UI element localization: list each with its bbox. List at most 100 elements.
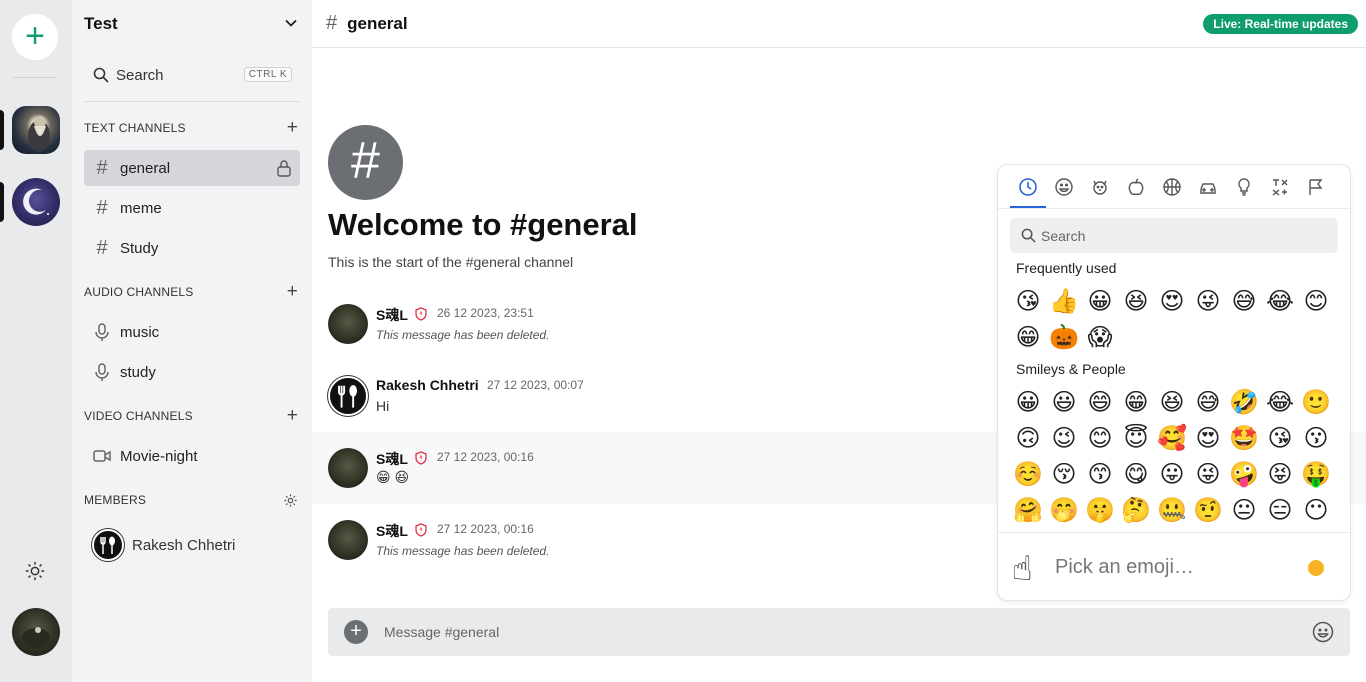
emoji-button[interactable]: 😶 (1298, 492, 1334, 528)
emoji-button[interactable]: 😜 (1190, 283, 1226, 319)
channel-label: Movie-night (120, 447, 198, 465)
emoji-button[interactable]: 🤗 (1010, 492, 1046, 528)
emoji-button[interactable]: 👍 (1046, 283, 1082, 319)
channel-study[interactable]: # Study (84, 230, 300, 266)
author-name[interactable]: S魂L (376, 521, 408, 541)
wizard-image (28, 116, 50, 152)
lock-icon (277, 160, 291, 177)
author-avatar[interactable] (328, 304, 368, 344)
emoji-button[interactable]: 🥰 (1154, 420, 1190, 456)
apple-icon[interactable] (1126, 177, 1146, 197)
emoji-button[interactable]: 😘 (1010, 283, 1046, 319)
clock-icon[interactable] (1018, 177, 1038, 197)
member-item[interactable]: Rakesh Chhetri (92, 529, 235, 561)
author-name[interactable]: Rakesh Chhetri (376, 377, 479, 393)
emoji-button[interactable]: 😄 (1082, 384, 1118, 420)
add-text-channel-button[interactable]: + (287, 118, 298, 137)
author-name[interactable]: S魂L (376, 305, 408, 325)
add-video-channel-button[interactable]: + (287, 406, 298, 425)
emoji-button[interactable]: 🤭 (1046, 492, 1082, 528)
emoji-button[interactable]: 😗 (1298, 420, 1334, 456)
skin-tone-selector[interactable] (1308, 560, 1324, 576)
emoji-button[interactable]: 😃 (1046, 384, 1082, 420)
emoji-button[interactable]: 🤫 (1082, 492, 1118, 528)
search-icon (93, 67, 109, 83)
emoji-icon[interactable] (1312, 621, 1334, 643)
emoji-button[interactable]: 😜 (1190, 456, 1226, 492)
emoji-button[interactable]: 🤔 (1118, 492, 1154, 528)
emoji-button[interactable]: 😘 (1262, 420, 1298, 456)
hash-icon: # (96, 236, 108, 259)
attach-button[interactable]: + (344, 620, 368, 644)
theme-toggle-icon[interactable] (24, 560, 46, 582)
emoji-button[interactable]: 😂 (1262, 384, 1298, 420)
dog-icon[interactable] (1090, 177, 1110, 197)
emoji-button[interactable]: 😍 (1154, 283, 1190, 319)
flag-icon[interactable] (1306, 177, 1326, 197)
channel-label: study (120, 363, 156, 381)
emoji-button[interactable]: 😊 (1298, 283, 1334, 319)
emoji-button[interactable]: 😐 (1226, 492, 1262, 528)
emoji-button[interactable]: 😚 (1046, 456, 1082, 492)
emoji-button[interactable]: 😙 (1082, 456, 1118, 492)
server-indicator (0, 110, 4, 150)
emoji-button[interactable]: 😅 (1226, 283, 1262, 319)
channel-study-audio[interactable]: study (84, 354, 300, 390)
channel-music[interactable]: music (84, 314, 300, 350)
emoji-button[interactable]: ☺️ (1010, 456, 1046, 492)
message-input[interactable]: Message #general (384, 624, 499, 640)
emoji-button[interactable]: 🤑 (1298, 456, 1334, 492)
search-shortcut-badge: CTRL K (243, 67, 292, 82)
channel-meme[interactable]: # meme (84, 190, 300, 226)
emoji-button[interactable]: 🙂 (1298, 384, 1334, 420)
author-avatar[interactable] (328, 376, 368, 416)
message-composer[interactable]: + Message #general (328, 608, 1350, 656)
emoji-button[interactable]: 🤩 (1226, 420, 1262, 456)
emoji-button[interactable]: 😆 (1154, 384, 1190, 420)
emoji-button[interactable]: 😱 (1082, 319, 1118, 355)
emoji-button[interactable]: 🤐 (1154, 492, 1190, 528)
author-avatar[interactable] (328, 520, 368, 560)
author-name[interactable]: S魂L (376, 449, 408, 469)
add-audio-channel-button[interactable]: + (287, 282, 298, 301)
emoji-button[interactable]: 🎃 (1046, 319, 1082, 355)
search-button[interactable]: Search CTRL K (84, 56, 300, 94)
author-avatar[interactable] (328, 448, 368, 488)
channel-general[interactable]: # general (84, 150, 300, 186)
emoji-button[interactable]: 😂 (1262, 283, 1298, 319)
message-timestamp: 26 12 2023, 23:51 (437, 306, 534, 320)
server-icon-wizard[interactable] (12, 106, 60, 154)
emoji-button[interactable]: 🤣 (1226, 384, 1262, 420)
lightbulb-icon[interactable] (1234, 177, 1254, 197)
channel-movie-night[interactable]: Movie-night (84, 438, 300, 474)
emoji-button[interactable]: 🤨 (1190, 492, 1226, 528)
emoji-button[interactable]: 😝 (1262, 456, 1298, 492)
emoji-button[interactable]: 😇 (1118, 420, 1154, 456)
emoji-button[interactable]: 😛 (1154, 456, 1190, 492)
emoji-button[interactable]: 😅 (1190, 384, 1226, 420)
emoji-button[interactable]: 😆 (1118, 283, 1154, 319)
emoji-button[interactable]: 😋 (1118, 456, 1154, 492)
emoji-button[interactable]: 😉 (1046, 420, 1082, 456)
team-switcher[interactable]: Test (84, 0, 312, 48)
gear-icon[interactable] (283, 493, 298, 508)
symbols-icon[interactable] (1270, 177, 1290, 197)
emoji-button[interactable]: 😊 (1082, 420, 1118, 456)
emoji-button[interactable]: 😀 (1082, 283, 1118, 319)
smiley-icon[interactable] (1054, 177, 1074, 197)
emoji-button[interactable]: 🤪 (1226, 456, 1262, 492)
server-icon-moon[interactable] (12, 178, 60, 226)
members-title: MEMBERS (84, 493, 147, 507)
user-avatar[interactable] (12, 608, 60, 656)
emoji-button[interactable]: 😀 (1010, 384, 1046, 420)
add-server-button[interactable]: + (12, 14, 58, 60)
car-icon[interactable] (1198, 177, 1218, 197)
emoji-button[interactable]: 😑 (1262, 492, 1298, 528)
emoji-button[interactable]: 🙃 (1010, 420, 1046, 456)
basketball-icon[interactable] (1162, 177, 1182, 197)
message-timestamp: 27 12 2023, 00:07 (487, 378, 584, 392)
emoji-button[interactable]: 😁 (1118, 384, 1154, 420)
emoji-search-input[interactable]: Search (1010, 218, 1338, 253)
emoji-button[interactable]: 😁 (1010, 319, 1046, 355)
emoji-button[interactable]: 😍 (1190, 420, 1226, 456)
